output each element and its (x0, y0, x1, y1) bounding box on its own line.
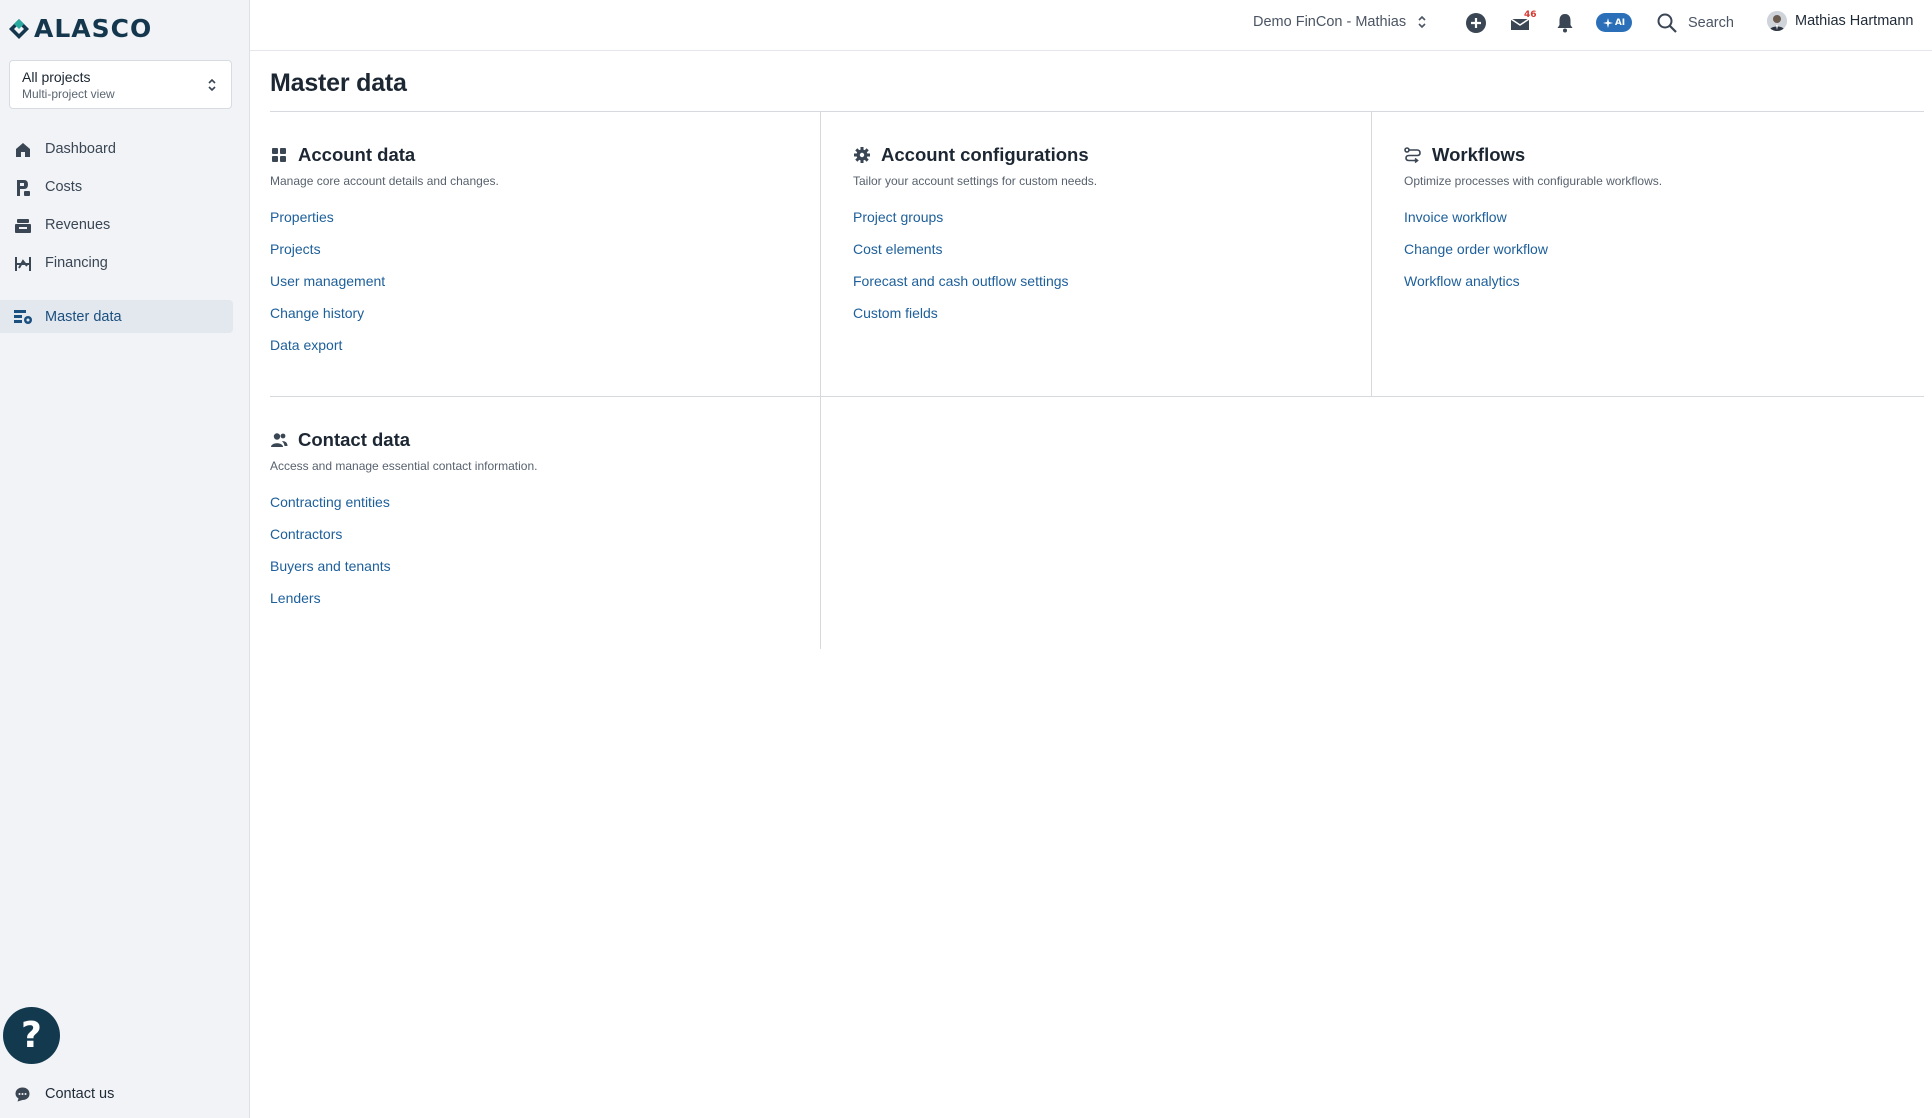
section-header: Account data (270, 143, 499, 167)
top-bar: Demo FinCon - Mathias 46 AI Search Mathi… (250, 0, 1932, 51)
section-title: Account configurations (881, 144, 1089, 165)
revenues-icon (15, 219, 31, 233)
sidebar-item-revenues[interactable]: Revenues (0, 206, 250, 244)
inbox-count-badge: 46 (1524, 10, 1537, 20)
link-lenders[interactable]: Lenders (270, 588, 321, 620)
link-workflow-analytics[interactable]: Workflow analytics (1404, 271, 1520, 303)
brand-name: ALASCO (34, 14, 153, 43)
search-button[interactable]: Search (1656, 11, 1734, 35)
section-links: Contracting entities Contractors Buyers … (270, 492, 537, 620)
search-label: Search (1688, 15, 1734, 31)
updown-chevron-icon (1418, 15, 1426, 29)
financing-icon (15, 257, 31, 271)
section-links: Invoice workflow Change order workflow W… (1404, 207, 1662, 303)
link-buyers-and-tenants[interactable]: Buyers and tenants (270, 556, 391, 588)
master-data-icon (14, 310, 32, 324)
project-selector-title: All projects (22, 69, 91, 85)
link-project-groups[interactable]: Project groups (853, 207, 943, 239)
sidebar-item-costs[interactable]: Costs (0, 168, 250, 206)
section-description: Manage core account details and changes. (270, 174, 499, 188)
brand-logo[interactable]: ALASCO (8, 14, 152, 43)
link-properties[interactable]: Properties (270, 207, 334, 239)
section-header: Contact data (270, 428, 537, 452)
sidebar-item-label: Master data (45, 308, 122, 325)
app-root: ALASCO All projects Multi-project view D… (0, 0, 1932, 1118)
sidebar-item-label: Revenues (45, 217, 111, 233)
section-links: Project groups Cost elements Forecast an… (853, 207, 1097, 335)
workflow-icon (1404, 147, 1421, 164)
sidebar: ALASCO All projects Multi-project view D… (0, 0, 250, 1118)
section-title: Contact data (298, 429, 411, 450)
link-user-management[interactable]: User management (270, 271, 385, 303)
project-selector-subtitle: Multi-project view (22, 87, 115, 101)
section-title: Account data (298, 144, 416, 165)
home-icon (16, 143, 30, 157)
section-header: Account configurations (853, 143, 1097, 167)
user-menu[interactable]: Mathias Hartmann (1767, 11, 1913, 31)
sidebar-item-master-data[interactable]: Master data (0, 300, 233, 333)
help-question-icon: ? (21, 1015, 42, 1056)
workflows-section: Workflows Optimize processes with config… (1404, 143, 1662, 303)
sparkle-icon (1602, 17, 1613, 28)
link-change-order-workflow[interactable]: Change order workflow (1404, 239, 1548, 271)
ai-assistant-button[interactable]: AI (1596, 13, 1632, 32)
link-forecast-cash-outflow-settings[interactable]: Forecast and cash outflow settings (853, 271, 1069, 303)
sidebar-nav: Dashboard Costs Revenues Financing Maste… (0, 130, 250, 333)
divider (270, 396, 1924, 397)
account-name: Demo FinCon - Mathias (1253, 14, 1407, 30)
link-contracting-entities[interactable]: Contracting entities (270, 492, 390, 524)
link-custom-fields[interactable]: Custom fields (853, 303, 938, 335)
divider (820, 111, 821, 649)
sidebar-item-label: Costs (45, 179, 83, 195)
page-title: Master data (270, 69, 407, 97)
section-description: Access and manage essential contact info… (270, 459, 538, 473)
ai-label: AI (1614, 17, 1626, 28)
contacts-icon (271, 433, 288, 447)
link-change-history[interactable]: Change history (270, 303, 364, 335)
avatar (1767, 11, 1787, 31)
contact-us-label: Contact us (45, 1086, 115, 1102)
account-data-section: Account data Manage core account details… (270, 143, 499, 367)
link-data-export[interactable]: Data export (270, 335, 342, 367)
divider (1371, 111, 1372, 396)
gear-icon (854, 147, 870, 163)
chat-bubble-icon (15, 1087, 30, 1102)
link-projects[interactable]: Projects (270, 239, 321, 271)
section-header: Workflows (1404, 143, 1662, 167)
account-switcher[interactable]: Demo FinCon - Mathias (1253, 14, 1426, 30)
alasco-logo-icon (9, 18, 29, 39)
contact-data-section: Contact data Access and manage essential… (270, 428, 537, 620)
updown-chevron-icon (208, 78, 216, 92)
sidebar-item-label: Financing (45, 255, 108, 271)
bell-icon[interactable] (1553, 11, 1577, 35)
user-portrait-icon (1767, 11, 1787, 31)
sidebar-item-label: Dashboard (45, 141, 116, 157)
section-description: Optimize processes with configurable wor… (1404, 174, 1663, 188)
link-contractors[interactable]: Contractors (270, 524, 342, 556)
contact-us-button[interactable]: Contact us (0, 1080, 240, 1108)
sidebar-item-financing[interactable]: Financing (0, 244, 250, 282)
account-configurations-section: Account configurations Tailor your accou… (853, 143, 1097, 335)
divider (270, 111, 1924, 112)
grid-icon (272, 148, 286, 162)
section-title: Workflows (1432, 144, 1526, 165)
project-selector[interactable]: All projects Multi-project view (9, 60, 232, 109)
link-invoice-workflow[interactable]: Invoice workflow (1404, 207, 1507, 239)
help-button[interactable]: ? (3, 1007, 60, 1064)
add-circle-icon[interactable] (1464, 11, 1488, 35)
search-icon (1657, 13, 1677, 33)
section-links: Properties Projects User management Chan… (270, 207, 499, 367)
link-cost-elements[interactable]: Cost elements (853, 239, 942, 271)
user-name: Mathias Hartmann (1795, 13, 1914, 29)
sidebar-item-dashboard[interactable]: Dashboard (0, 130, 250, 168)
section-description: Tailor your account settings for custom … (853, 174, 1098, 188)
costs-icon (17, 180, 30, 196)
